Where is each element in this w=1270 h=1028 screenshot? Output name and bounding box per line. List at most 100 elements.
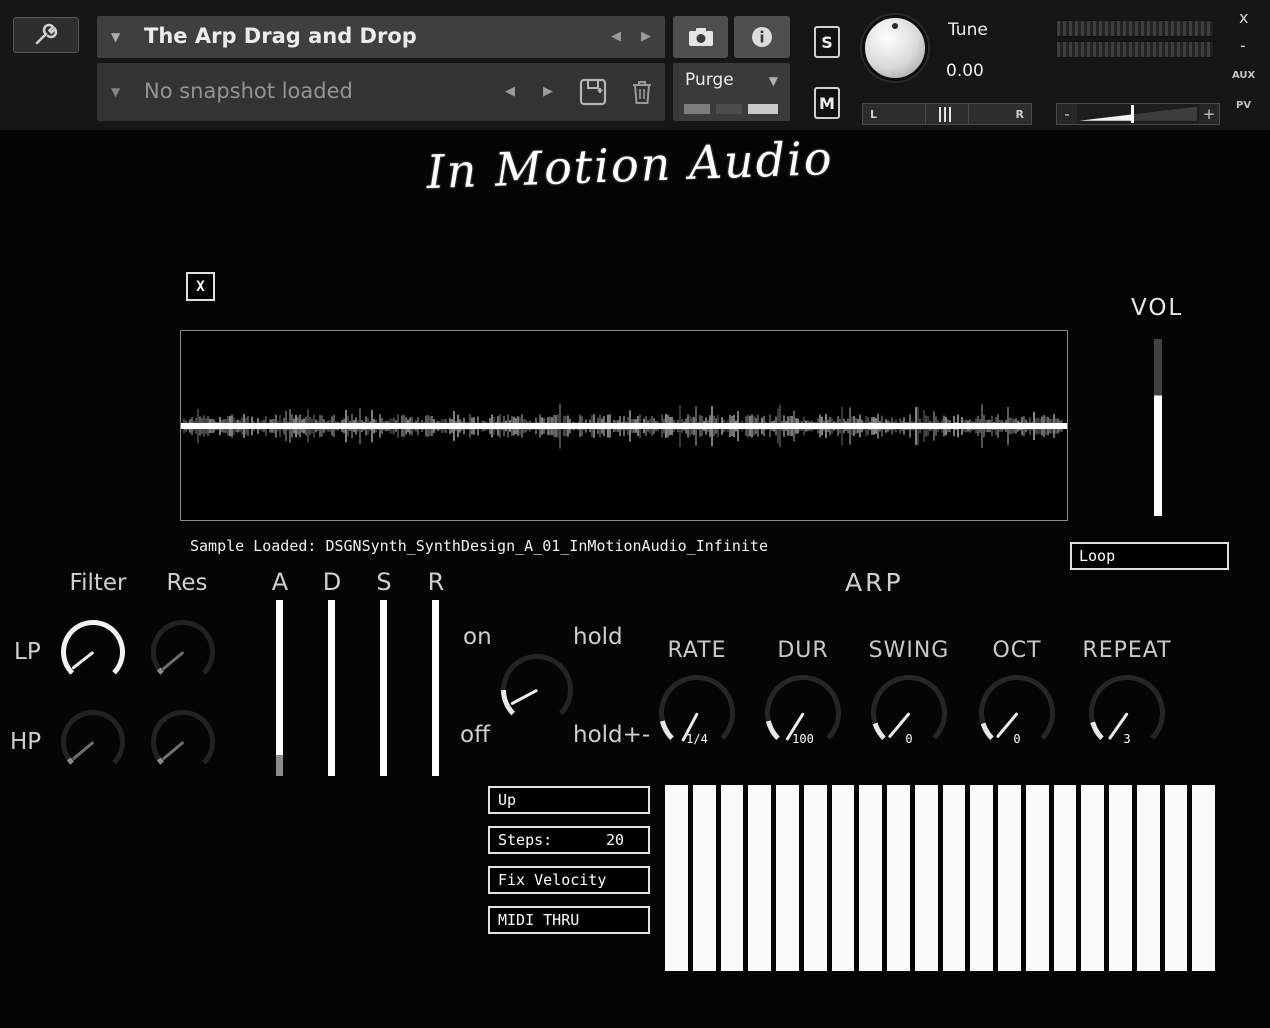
window-minimize-button[interactable]: -	[1240, 36, 1246, 55]
pv-button[interactable]: PV	[1236, 100, 1251, 111]
instrument-title-bar[interactable]: ▼ The Arp Drag and Drop ◀ ▶	[97, 16, 665, 58]
arp-hold-plus-minus-label[interactable]: hold+-	[573, 722, 650, 748]
pan-handle[interactable]	[939, 107, 954, 122]
mute-button[interactable]: M	[814, 87, 840, 119]
wrench-button[interactable]	[13, 17, 79, 53]
dur-knob[interactable]: 100	[765, 675, 841, 751]
arp-step-bar[interactable]	[831, 785, 855, 971]
tune-label: Tune	[948, 20, 988, 40]
arp-step-bar[interactable]	[1025, 785, 1049, 971]
lp-cutoff-knob[interactable]	[61, 620, 125, 684]
waveform-graphic	[181, 403, 1067, 449]
output-volume-slider[interactable]: - +	[1056, 103, 1220, 125]
purge-dropdown-icon[interactable]: ▼	[769, 74, 778, 88]
arp-off-label[interactable]: off	[460, 722, 490, 748]
loop-menu[interactable]: Loop	[1070, 542, 1229, 570]
chevron-down-icon[interactable]: ▼	[111, 85, 120, 99]
camera-icon	[688, 28, 713, 46]
arp-step-bar[interactable]	[1192, 785, 1215, 971]
arp-step-bar[interactable]	[942, 785, 966, 971]
arp-midi-thru-menu[interactable]: MIDI THRU	[488, 906, 650, 934]
arp-step-bar[interactable]	[1136, 785, 1160, 971]
arp-section-title: ARP	[845, 568, 904, 597]
volume-minus-button[interactable]: -	[1057, 104, 1077, 124]
arp-step-bar[interactable]	[970, 785, 993, 971]
aux-button[interactable]: AUX	[1232, 70, 1255, 81]
trash-icon	[633, 81, 651, 104]
hp-cutoff-knob[interactable]	[61, 710, 125, 774]
info-icon	[752, 27, 772, 47]
arp-step-sequencer[interactable]	[665, 785, 1215, 971]
next-instrument-icon[interactable]: ▶	[641, 29, 651, 44]
arp-step-bar[interactable]	[859, 785, 882, 971]
dur-value: 100	[792, 732, 814, 746]
arp-hold-label[interactable]: hold	[573, 624, 623, 650]
memory-bar	[684, 104, 710, 114]
steps-label: Steps:	[498, 831, 553, 849]
swing-knob[interactable]: 0	[871, 675, 947, 751]
arp-step-bar[interactable]	[692, 785, 716, 971]
arp-step-bar[interactable]	[665, 785, 688, 971]
rate-knob[interactable]: 1/4	[659, 675, 735, 751]
pan-divider	[925, 104, 926, 124]
brand-logo: In Motion Audio	[425, 130, 835, 200]
pan-right-label: R	[1015, 108, 1024, 121]
arp-velocity-menu[interactable]: Fix Velocity	[488, 866, 650, 894]
sustain-slider[interactable]	[380, 600, 387, 776]
volume-plus-button[interactable]: +	[1199, 104, 1219, 124]
prev-snapshot-icon[interactable]: ◀	[505, 84, 515, 99]
arp-direction-menu[interactable]: Up	[488, 786, 650, 814]
arp-step-bar[interactable]	[803, 785, 827, 971]
arp-step-bar[interactable]	[998, 785, 1021, 971]
pan-slider[interactable]: L R	[862, 103, 1032, 125]
arp-step-bar[interactable]	[1081, 785, 1104, 971]
dur-label: DUR	[777, 638, 829, 663]
arp-step-bar[interactable]	[914, 785, 938, 971]
instrument-title: The Arp Drag and Drop	[144, 24, 417, 48]
tune-knob[interactable]	[862, 15, 928, 81]
sample-status-text: Sample Loaded: DSGNSynth_SynthDesign_A_0…	[190, 537, 768, 555]
arp-step-bar[interactable]	[776, 785, 799, 971]
hp-label: HP	[10, 729, 42, 755]
clear-sample-button[interactable]: X	[186, 272, 215, 301]
snapshot-camera-button[interactable]	[673, 16, 728, 58]
prev-instrument-icon[interactable]: ◀	[611, 29, 621, 44]
solo-button[interactable]: S	[814, 26, 840, 58]
pan-left-label: L	[870, 108, 878, 121]
volume-track[interactable]	[1077, 104, 1199, 124]
lp-res-knob[interactable]	[151, 620, 215, 684]
delete-snapshot-button[interactable]	[625, 75, 659, 109]
sustain-label: S	[376, 568, 392, 596]
chevron-down-icon[interactable]: ▼	[111, 30, 120, 44]
volume-wedge	[1079, 106, 1197, 121]
arp-step-bar[interactable]	[748, 785, 771, 971]
info-button[interactable]	[734, 16, 790, 58]
lp-label: LP	[14, 639, 41, 665]
save-snapshot-button[interactable]	[575, 74, 611, 110]
arp-steps-menu[interactable]: Steps: 20	[488, 826, 650, 854]
arp-on-label[interactable]: on	[463, 624, 492, 650]
decay-slider[interactable]	[328, 600, 335, 776]
release-slider[interactable]	[432, 600, 439, 776]
arp-step-bar[interactable]	[720, 785, 744, 971]
arp-step-bar[interactable]	[1109, 785, 1132, 971]
waveform-display[interactable]	[180, 330, 1068, 521]
sample-volume-slider[interactable]	[1154, 339, 1162, 516]
arp-step-bar[interactable]	[1053, 785, 1077, 971]
swing-value: 0	[905, 732, 913, 746]
repeat-knob[interactable]: 3	[1089, 675, 1165, 751]
volume-handle[interactable]	[1130, 105, 1134, 123]
attack-slider[interactable]	[276, 600, 283, 776]
oct-value: 0	[1013, 732, 1021, 746]
purge-panel[interactable]: Purge ▼	[673, 63, 790, 121]
snapshot-bar[interactable]: ▼ No snapshot loaded ◀ ▶	[97, 63, 665, 121]
hp-res-knob[interactable]	[151, 710, 215, 774]
window-close-button[interactable]: x	[1239, 8, 1248, 27]
pan-divider	[968, 104, 969, 124]
arp-step-bar[interactable]	[1164, 785, 1188, 971]
oct-knob[interactable]: 0	[979, 675, 1055, 751]
arp-step-bar[interactable]	[887, 785, 910, 971]
arp-mode-knob[interactable]	[501, 654, 573, 726]
next-snapshot-icon[interactable]: ▶	[543, 84, 553, 99]
release-label: R	[427, 568, 445, 596]
